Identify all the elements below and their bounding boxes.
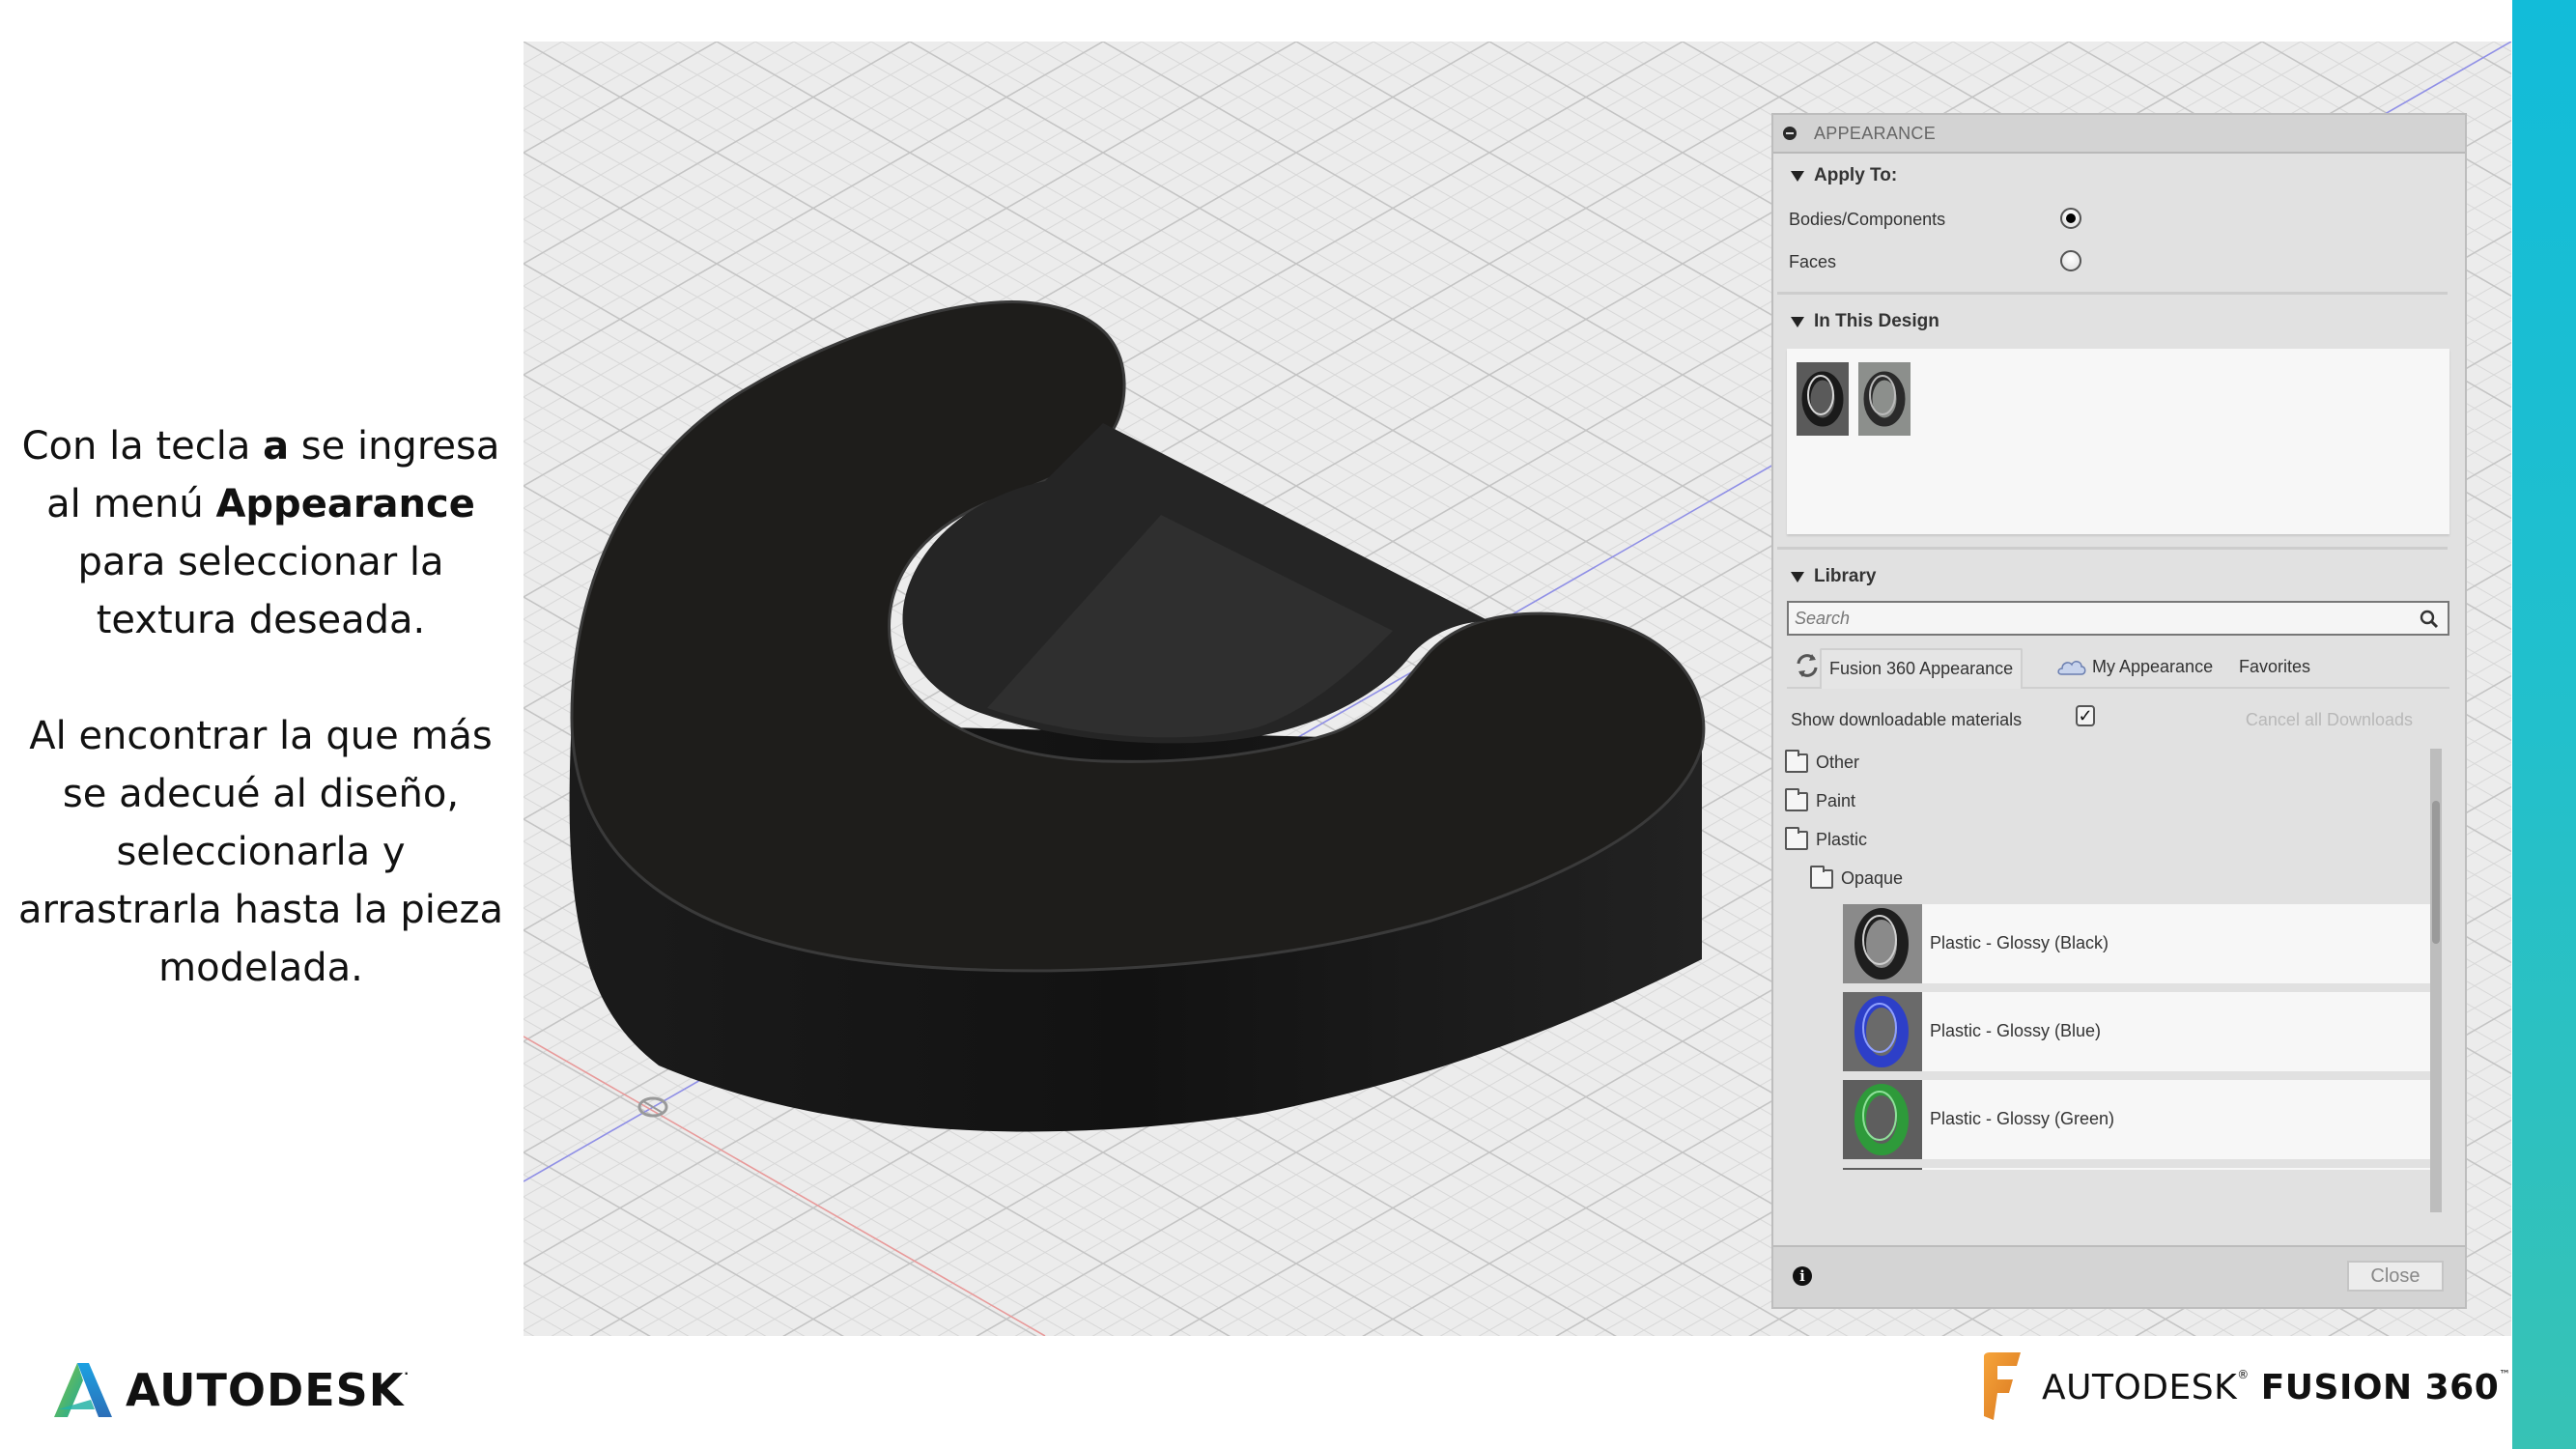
instruction-paragraph-2: Al encontrar la que más se adecué al dis… — [17, 714, 504, 990]
folder-icon — [1785, 826, 1808, 850]
menu-highlight: Appearance — [215, 482, 475, 526]
folder-icon — [1785, 749, 1808, 773]
triangle-down-icon — [1791, 571, 1804, 582]
fusion-360-logo: AUTODESK® FUSION 360™ — [1980, 1352, 2511, 1422]
torus-thumbnail-icon — [1843, 1168, 1922, 1170]
panel-header[interactable]: APPEARANCE — [1773, 115, 2465, 154]
material-label: Plastic - Glossy (Black) — [1930, 933, 2109, 952]
wordmark-text: AUTODESK — [126, 1364, 405, 1416]
brand-text: AUTODESK — [2042, 1367, 2238, 1407]
option-bodies-components-label: Bodies/Components — [1789, 210, 1946, 229]
text-fragment: Con la tecla — [21, 424, 264, 469]
folder-label: Opaque — [1841, 868, 1904, 888]
design-swatch-1[interactable] — [1797, 362, 1849, 436]
material-item-glossy-blue[interactable]: Plastic - Glossy (Blue) — [1843, 992, 2432, 1071]
refresh-icon[interactable] — [1795, 652, 1820, 679]
library-tabs: Fusion 360 Appearance My Appearance Favo… — [1787, 644, 2449, 689]
cloud-icon — [2057, 661, 2086, 675]
in-this-design-list — [1787, 349, 2449, 534]
faces-radio[interactable] — [2060, 250, 2081, 271]
autodesk-wordmark: AUTODESK. — [126, 1364, 410, 1416]
key-highlight: a — [263, 424, 290, 469]
material-label: Plastic - Glossy (Blue) — [1930, 1021, 2102, 1040]
folder-label: Plastic — [1816, 830, 1868, 849]
material-label: Plastic - Glossy (Green) — [1930, 1109, 2115, 1128]
product-text: FUSION 360 — [2260, 1367, 2500, 1407]
text-fragment: para seleccionar la textura deseada. — [77, 540, 444, 642]
folder-label: Other — [1816, 753, 1860, 772]
collapse-icon[interactable] — [1783, 127, 1797, 140]
search-placeholder: Search — [1795, 608, 1851, 628]
autodesk-logo: AUTODESK. — [52, 1361, 410, 1419]
accent-bar — [2512, 0, 2576, 1449]
folder-label: Paint — [1816, 791, 1856, 810]
folder-opaque[interactable]: Opaque — [1810, 865, 1904, 889]
tab-my-appearance[interactable]: My Appearance — [2092, 648, 2213, 687]
cancel-all-downloads-button[interactable]: Cancel all Downloads — [2246, 710, 2413, 730]
folder-plastic[interactable]: Plastic — [1785, 826, 1868, 850]
torus-thumbnail-icon — [1843, 992, 1922, 1071]
material-item-glossy-grey[interactable]: Plastic - Glossy (Grey) — [1843, 1168, 2432, 1170]
section-label: In This Design — [1814, 311, 1939, 331]
panel-footer: i Close — [1773, 1245, 2465, 1307]
material-item-glossy-black[interactable]: Plastic - Glossy (Black) — [1843, 904, 2432, 983]
tab-fusion-360-appearance[interactable]: Fusion 360 Appearance — [1820, 648, 2024, 689]
tab-favorites[interactable]: Favorites — [2239, 648, 2310, 687]
panel-title: APPEARANCE — [1814, 123, 1937, 143]
in-this-design-section: In This Design — [1773, 311, 2465, 332]
show-downloadable-checkbox[interactable]: ✓ — [2076, 705, 2095, 726]
search-icon[interactable] — [2419, 609, 2440, 630]
wordmark-dot: . — [404, 1364, 410, 1378]
folder-paint[interactable]: Paint — [1785, 787, 1856, 811]
torus-thumbnail-icon — [1843, 1080, 1922, 1159]
triangle-down-icon — [1791, 316, 1804, 327]
apply-to-section: Apply To: — [1773, 165, 2465, 186]
material-tree: Other Paint Plastic Opaque Plastic - Glo… — [1779, 747, 2432, 1170]
section-divider — [1777, 547, 2448, 550]
in-this-design-heading[interactable]: In This Design — [1773, 311, 2465, 332]
torus-thumbnail-icon — [1858, 362, 1911, 436]
show-downloadable-label: Show downloadable materials — [1791, 710, 2023, 729]
registered-mark: ® — [2237, 1367, 2250, 1381]
folder-other[interactable]: Other — [1785, 749, 1860, 773]
autodesk-a-icon — [54, 1363, 112, 1417]
material-item-glossy-green[interactable]: Plastic - Glossy (Green) — [1843, 1080, 2432, 1159]
torus-thumbnail-icon — [1843, 904, 1922, 983]
library-search-input[interactable]: Search — [1787, 601, 2449, 636]
section-divider — [1777, 292, 2448, 295]
close-button[interactable]: Close — [2347, 1261, 2444, 1292]
instruction-text: Con la tecla a se ingresa al menú Appear… — [10, 417, 512, 997]
fusion-wordmark: AUTODESK® FUSION 360™ — [2042, 1368, 2511, 1407]
option-faces-label: Faces — [1789, 252, 1837, 271]
design-swatch-2[interactable] — [1858, 362, 1911, 436]
bodies-components-radio[interactable] — [2060, 208, 2081, 229]
scrollbar-thumb[interactable] — [2432, 801, 2440, 944]
apply-to-heading[interactable]: Apply To: — [1773, 165, 2465, 186]
section-label: Library — [1814, 566, 1877, 586]
folder-icon — [1810, 865, 1833, 889]
folder-icon — [1785, 787, 1808, 811]
info-icon[interactable]: i — [1793, 1266, 1812, 1286]
library-section: Library — [1773, 566, 2465, 587]
section-label: Apply To: — [1814, 165, 1898, 185]
triangle-down-icon — [1791, 170, 1804, 182]
torus-thumbnail-icon — [1797, 362, 1849, 436]
fusion-f-icon — [1984, 1352, 2021, 1420]
material-list-scrollbar[interactable] — [2430, 749, 2442, 1212]
library-heading[interactable]: Library — [1773, 566, 2465, 587]
appearance-panel: APPEARANCE Apply To: Bodies/Components F… — [1771, 113, 2467, 1309]
trademark-mark: ™ — [2499, 1367, 2511, 1381]
instruction-paragraph-1: Con la tecla a se ingresa al menú Appear… — [10, 417, 512, 649]
